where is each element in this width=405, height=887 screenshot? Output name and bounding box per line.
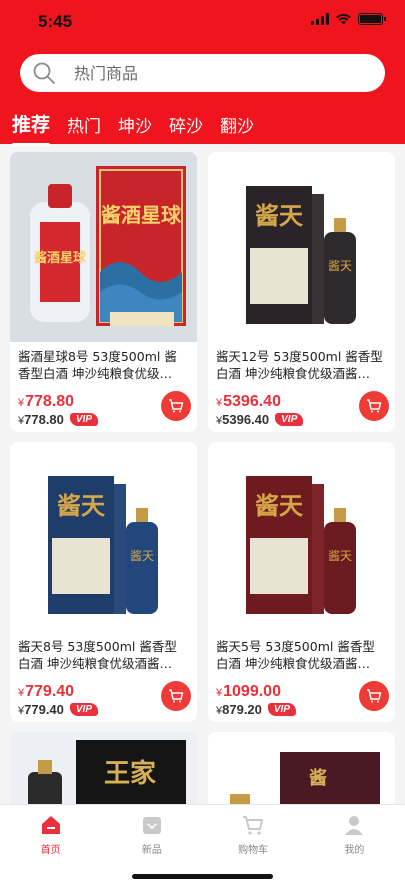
cart-icon [169,399,184,413]
product-price: ¥1099.00 [216,683,281,700]
svg-text:酱酒星球: 酱酒星球 [101,203,182,227]
vip-badge: VIP [69,703,99,716]
add-to-cart-button[interactable] [359,391,389,421]
vip-price: ¥779.40 [18,702,64,717]
cart-icon [243,816,264,835]
product-image: 酱天 酱天 [208,152,395,342]
product-image: 酱 [208,732,395,812]
product-price: ¥5396.40 [216,393,281,410]
svg-text:酱酒星球: 酱酒星球 [34,250,87,266]
product-card[interactable]: 王家 [10,732,197,812]
cart-icon [367,689,382,703]
tab-fansha[interactable]: 翻沙 [220,112,254,143]
status-time: 5:45 [38,12,73,31]
category-tabs: 推荐 热门 坤沙 碎沙 翻沙 [12,110,271,146]
tab-recommend[interactable]: 推荐 [12,110,51,146]
tab-kunsha[interactable]: 坤沙 [118,112,152,143]
search-icon [33,62,55,84]
cart-icon [367,399,382,413]
battery-icon [358,13,386,25]
tabbar-home[interactable]: 首页 [0,805,101,887]
product-image: 酱天 酱天 [10,442,197,632]
user-icon [345,816,364,835]
cart-icon [169,689,184,703]
tabbar-mine[interactable]: 我的 [304,805,405,887]
product-title: 酱酒星球8号 53度500ml 酱香型白酒 坤沙纯粮食优级… [18,349,177,381]
home-indicator [132,874,273,879]
product-title: 酱天8号 53度500ml 酱香型白酒 坤沙纯粮食优级酒酱… [18,639,177,671]
tab-hot[interactable]: 热门 [67,112,101,143]
vip-badge: VIP [267,703,297,716]
product-image: 酱天 酱天 [208,442,395,632]
svg-text:酱天: 酱天 [57,491,105,520]
vip-price: ¥778.80 [18,412,64,427]
header: 5:45 推荐 热门 坤沙 碎沙 翻沙 [0,0,405,146]
product-card[interactable]: 酱 [208,732,395,812]
svg-text:王家: 王家 [104,758,156,789]
vip-badge: VIP [275,413,304,426]
svg-text:酱天: 酱天 [255,201,303,230]
svg-text:酱: 酱 [309,767,327,789]
wifi-icon [336,14,351,25]
svg-text:酱天: 酱天 [255,491,303,520]
product-price: ¥778.80 [18,393,75,410]
vip-price: ¥879.20 [216,702,262,717]
product-title: 酱天5号 53度500ml 酱香型白酒 坤沙纯粮食优级酒酱… [216,639,375,671]
svg-text:酱天: 酱天 [328,258,352,273]
search-bar[interactable] [20,54,385,92]
product-card[interactable]: 酱天 酱天 酱天12号 53度500ml 酱香型白酒 坤沙纯粮食优级酒酱… ¥5… [208,152,395,432]
tab-suisha[interactable]: 碎沙 [169,112,203,143]
product-price: ¥779.40 [18,683,75,700]
product-image: 王家 [10,732,197,812]
product-title: 酱天12号 53度500ml 酱香型白酒 坤沙纯粮食优级酒酱… [216,349,383,381]
svg-text:酱天: 酱天 [130,548,154,563]
product-card[interactable]: 酱天 酱天 酱天8号 53度500ml 酱香型白酒 坤沙纯粮食优级酒酱… ¥77… [10,442,197,722]
add-to-cart-button[interactable] [161,681,191,711]
signal-icon [311,13,329,25]
add-to-cart-button[interactable] [161,391,191,421]
search-input[interactable] [74,63,334,83]
home-icon [41,816,60,834]
product-card[interactable]: 酱天 酱天 酱天5号 53度500ml 酱香型白酒 坤沙纯粮食优级酒酱… ¥10… [208,442,395,722]
add-to-cart-button[interactable] [359,681,389,711]
status-bar: 5:45 [0,0,405,44]
new-icon [142,817,161,834]
product-image: 酱酒星球 酱酒星球 [10,152,197,342]
svg-text:酱天: 酱天 [328,548,352,563]
vip-price: ¥5396.40 [216,412,270,427]
vip-badge: VIP [69,413,99,426]
product-card[interactable]: 酱酒星球 酱酒星球 酱酒星球8号 53度500ml 酱香型白酒 坤沙纯粮食优级…… [10,152,197,432]
